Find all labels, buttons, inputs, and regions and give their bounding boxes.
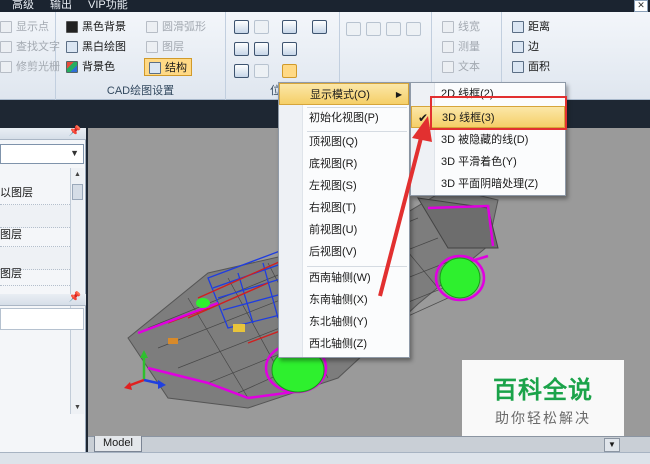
model-tab[interactable]: Model [94, 436, 142, 452]
watermark-subtitle: 助你轻松解决 [495, 410, 591, 426]
status-bar [0, 452, 650, 464]
watermark: 百科全说 助你轻松解决 [462, 360, 624, 437]
chevron-down-icon[interactable]: ▼ [604, 438, 620, 452]
layout-tab-bar: Model [88, 436, 650, 452]
watermark-title: 百科全说 [493, 377, 593, 404]
